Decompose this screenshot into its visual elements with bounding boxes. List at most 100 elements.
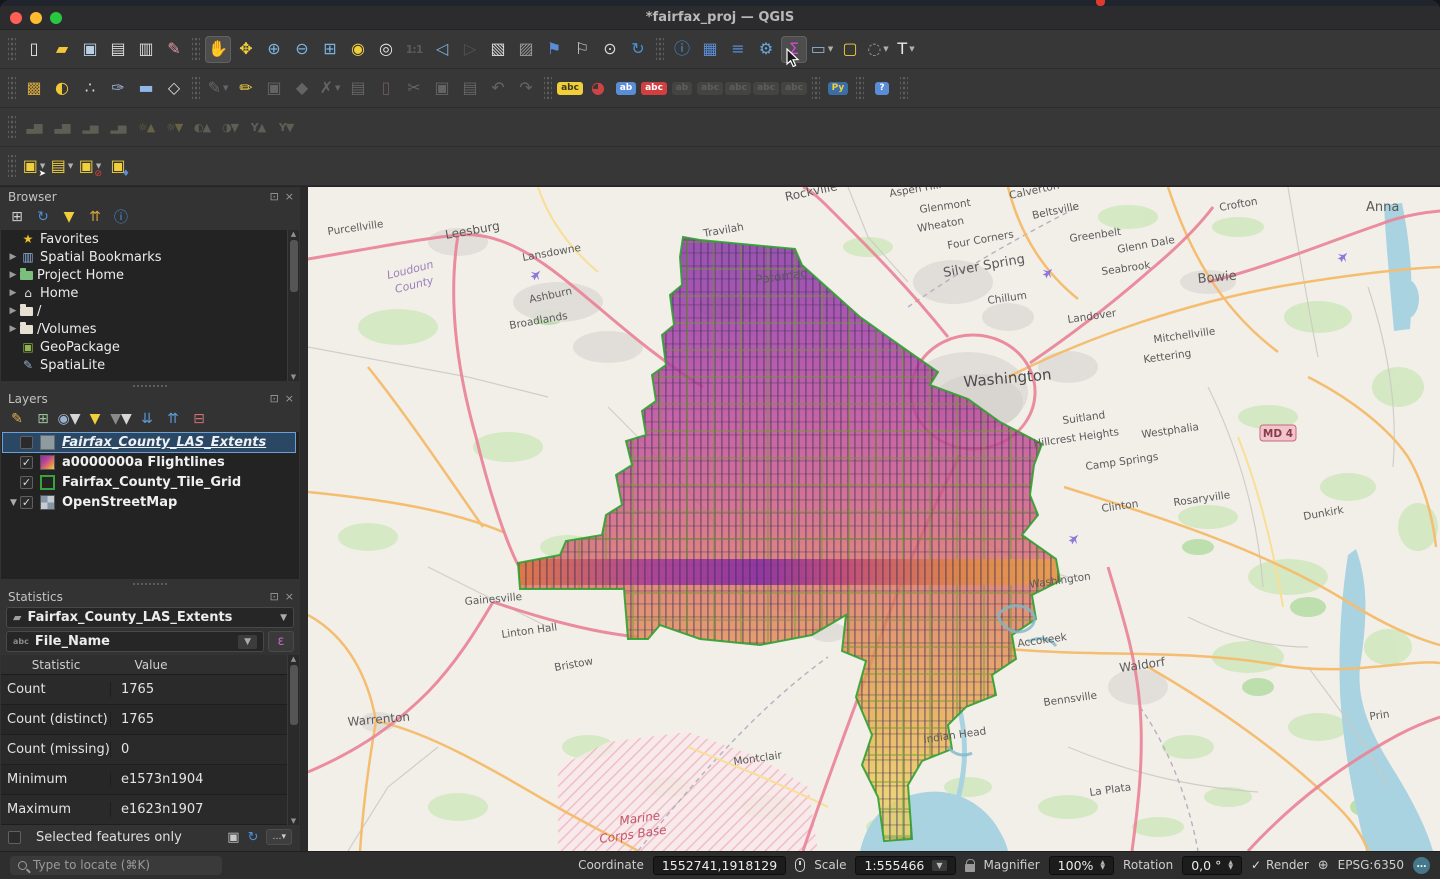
- modify-attributes-button[interactable]: ▤: [345, 75, 371, 102]
- browser-item-project-home[interactable]: ▶Project Home: [1, 266, 299, 284]
- manage-map-themes-button[interactable]: ◉▼: [58, 408, 80, 430]
- statistics-close-icon[interactable]: ×: [285, 590, 294, 603]
- spinner-arrows-icon[interactable]: ▲▼: [1228, 860, 1233, 870]
- browser-properties-button[interactable]: ⓘ: [110, 206, 132, 228]
- chevron-down-icon[interactable]: ▼: [223, 84, 228, 92]
- toolbar-grip[interactable]: [192, 38, 200, 60]
- open-attribute-table-button[interactable]: ▦: [697, 36, 723, 63]
- cut-features-button[interactable]: ✂: [401, 75, 427, 102]
- highlight-pinned-labels-button[interactable]: abc: [641, 75, 667, 102]
- copy-features-button[interactable]: ▣: [429, 75, 455, 102]
- field-calculator-button[interactable]: ≡: [725, 36, 751, 63]
- browser-item-home[interactable]: ▶⌂Home: [1, 284, 299, 302]
- collapse-all-button[interactable]: ⇈: [162, 408, 184, 430]
- add-virtual-layer-button[interactable]: ◇: [161, 75, 187, 102]
- minimize-window-button[interactable]: [30, 12, 42, 24]
- deselect-features-button[interactable]: ▣⊘▼: [77, 153, 103, 180]
- browser-item-spatial-bookmarks[interactable]: ▶▥Spatial Bookmarks: [1, 248, 299, 266]
- browser-item-favorites[interactable]: ★Favorites: [1, 230, 299, 248]
- toolbar-grip[interactable]: [8, 155, 16, 177]
- collapse-arrow-icon[interactable]: ▼: [7, 498, 20, 508]
- help-contents-button[interactable]: ?: [869, 75, 895, 102]
- show-layout-manager-button[interactable]: ▥: [133, 36, 159, 63]
- toolbar-grip[interactable]: [656, 38, 664, 60]
- add-point-cloud-layer-button[interactable]: ∴: [77, 75, 103, 102]
- map-tips-button[interactable]: ▢: [837, 36, 863, 63]
- new-map-view-button[interactable]: ▧: [485, 36, 511, 63]
- chevron-down-icon[interactable]: ▼: [335, 84, 340, 92]
- close-window-button[interactable]: [10, 12, 22, 24]
- chevron-down-icon[interactable]: ▼: [68, 162, 73, 170]
- browser-float-icon[interactable]: ⊡: [270, 190, 279, 203]
- filter-by-expression-button[interactable]: ▼▼: [110, 408, 132, 430]
- save-layer-edits-button[interactable]: ▣: [261, 75, 287, 102]
- mouse-position-icon[interactable]: [795, 858, 805, 872]
- zoom-to-layer-button[interactable]: ◎: [373, 36, 399, 63]
- change-label-button[interactable]: abc: [781, 75, 807, 102]
- toggle-label-visibility-button[interactable]: abc: [697, 75, 723, 102]
- new-annotation-button[interactable]: ◌▼: [865, 36, 891, 63]
- layer-item-openstreetmap[interactable]: ▼✓OpenStreetMap: [3, 493, 295, 512]
- zoom-last-button[interactable]: ◁: [429, 36, 455, 63]
- add-spatialite-layer-button[interactable]: ✑: [105, 75, 131, 102]
- rotation-spinbox[interactable]: 0,0 °▲▼: [1182, 856, 1242, 875]
- lock-scale-icon[interactable]: [965, 864, 975, 872]
- layer-item-a0000000a-flightlines[interactable]: ✓a0000000a Flightlines: [3, 453, 295, 472]
- add-vector-layer-button[interactable]: ◐: [49, 75, 75, 102]
- python-console-button[interactable]: Py: [825, 75, 851, 102]
- rotate-label-button[interactable]: abc: [753, 75, 779, 102]
- add-database-layer-button[interactable]: ▬: [133, 75, 159, 102]
- current-edits-button[interactable]: ✎▼: [205, 75, 231, 102]
- toolbar-grip[interactable]: [856, 77, 864, 99]
- new-3d-map-view-button[interactable]: ▨: [513, 36, 539, 63]
- expand-arrow-icon[interactable]: ▶: [7, 306, 19, 316]
- statistics-row-count[interactable]: Count1765: [1, 675, 299, 705]
- toolbar-grip[interactable]: [900, 77, 908, 99]
- map-canvas[interactable]: MD 4 PurcellvilleLeesburgLansdowneLoudou…: [308, 187, 1440, 851]
- magnifier-spinbox[interactable]: 100%▲▼: [1049, 856, 1114, 875]
- scale-combobox[interactable]: 1:555466▼: [855, 856, 955, 875]
- coordinate-field[interactable]: 1552741,1918129: [653, 856, 786, 875]
- text-annotation-button[interactable]: T▼: [893, 36, 919, 63]
- scrollbar-thumb[interactable]: [290, 665, 298, 725]
- chevron-down-icon[interactable]: ▼: [909, 45, 914, 53]
- locator-search[interactable]: Type to locate (⌘K): [10, 856, 222, 875]
- layer-visibility-checkbox[interactable]: ✓: [20, 456, 33, 469]
- refresh-statistics-icon[interactable]: ↻: [248, 830, 259, 845]
- chevron-down-icon[interactable]: ▼: [70, 411, 81, 427]
- pan-map-button[interactable]: ✋: [205, 36, 231, 63]
- browser-add-selected-layers-button[interactable]: ⊞: [6, 206, 28, 228]
- data-source-manager-button[interactable]: ▩: [21, 75, 47, 102]
- selected-features-only-checkbox[interactable]: [8, 831, 21, 844]
- full-histogram-stretch-button[interactable]: ▃▆: [49, 114, 75, 141]
- render-checkbox[interactable]: ✓ Render: [1251, 858, 1309, 872]
- layer-diagram-button[interactable]: ◕: [585, 75, 611, 102]
- local-cumulative-stretch-button[interactable]: ▂▅: [77, 114, 103, 141]
- temporal-controller-button[interactable]: ⊙: [597, 36, 623, 63]
- show-hidden-labels-button[interactable]: ab: [669, 75, 695, 102]
- statistics-float-icon[interactable]: ⊡: [270, 590, 279, 603]
- layers-close-icon[interactable]: ×: [285, 392, 294, 405]
- add-feature-button[interactable]: ◆: [289, 75, 315, 102]
- browser-filter-button[interactable]: ▼: [58, 206, 80, 228]
- browser-refresh-button[interactable]: ↻: [32, 206, 54, 228]
- remove-layer-button[interactable]: ⊟: [188, 408, 210, 430]
- toolbar-grip[interactable]: [544, 77, 552, 99]
- redo-button[interactable]: ↷: [513, 75, 539, 102]
- browser-item--[interactable]: ▶/: [1, 302, 299, 320]
- toolbar-grip[interactable]: [812, 77, 820, 99]
- filter-legend-button[interactable]: ▼: [84, 408, 106, 430]
- statistics-options-button[interactable]: …▾: [266, 829, 292, 845]
- scroll-down-icon[interactable]: ▼: [291, 817, 296, 825]
- browser-item--volumes[interactable]: ▶/Volumes: [1, 320, 299, 338]
- layer-visibility-checkbox[interactable]: [20, 436, 33, 449]
- open-layer-styling-button[interactable]: ✎: [6, 408, 28, 430]
- statistics-row-count-distinct-[interactable]: Count (distinct)1765: [1, 705, 299, 735]
- toolbar-grip[interactable]: [8, 38, 16, 60]
- layers-float-icon[interactable]: ⊡: [270, 392, 279, 405]
- select-by-location-button[interactable]: ▣♦: [105, 153, 131, 180]
- undo-button[interactable]: ↶: [485, 75, 511, 102]
- show-spatial-bookmarks-button[interactable]: ⚐: [569, 36, 595, 63]
- statistical-summary-button[interactable]: Σ: [781, 36, 807, 63]
- statistics-row-minimum[interactable]: Minimume1573n1904: [1, 765, 299, 795]
